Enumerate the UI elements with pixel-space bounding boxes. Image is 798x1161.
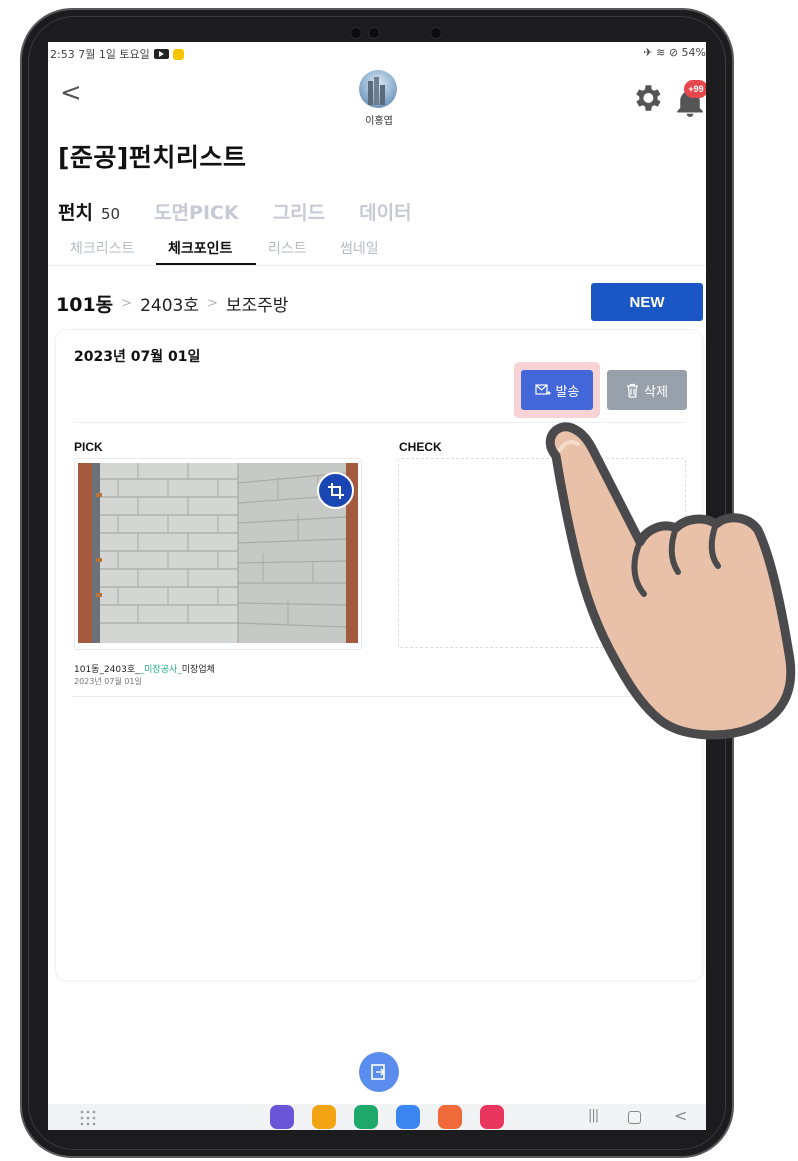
breadcrumb-separator: > — [121, 296, 133, 311]
recents-button[interactable]: ||| — [588, 1108, 599, 1123]
pointing-hand-icon — [545, 422, 796, 740]
back-button[interactable]: < — [60, 80, 82, 106]
delete-label: 삭제 — [644, 383, 668, 399]
status-time-date: 2:53 7월 1일 토요일 — [50, 48, 150, 61]
subtab-list[interactable]: 리스트 — [268, 238, 307, 258]
messages-icon[interactable] — [396, 1105, 420, 1129]
pick-label: PICK — [74, 440, 103, 454]
send-button[interactable]: 발송 — [521, 370, 593, 410]
user-name: 이홍엽 — [365, 116, 393, 127]
top-app-bar: < 이홍엽 +99 — [48, 66, 706, 136]
tab-data[interactable]: 데이터 — [359, 198, 411, 225]
caption-contractor: 미장업체 — [181, 665, 215, 675]
page-title: [준공]펀치리스트 — [58, 143, 247, 172]
sensor-dot — [350, 27, 362, 39]
notification-badge: +99 — [684, 80, 706, 98]
status-right: ✈ ≋ ⊘ 54% — [643, 46, 706, 59]
avatar-building-shape — [368, 81, 373, 105]
breadcrumb-separator: > — [206, 296, 218, 311]
breadcrumb: 101동 > 2403호 > 보조주방 — [56, 290, 288, 317]
mail-send-icon — [534, 383, 551, 395]
app-drawer-icon[interactable] — [80, 1110, 96, 1126]
card-date: 2023년 07월 01일 — [74, 349, 201, 365]
export-icon — [371, 1064, 386, 1080]
pick-photo[interactable] — [78, 463, 358, 643]
caption-work-type: _미장공사_ — [139, 665, 182, 675]
pick-photo-frame[interactable] — [74, 458, 362, 650]
tab-grid[interactable]: 그리드 — [273, 198, 325, 225]
photo-caption: 101동_2403호__미장공사_미장업체 — [74, 662, 215, 675]
phone-icon[interactable] — [354, 1105, 378, 1129]
breadcrumb-unit[interactable]: 2403호 — [140, 291, 199, 316]
home-button[interactable] — [628, 1111, 641, 1124]
my-files-icon[interactable] — [312, 1105, 336, 1129]
tab-drawing-pick[interactable]: 도면PICK — [154, 198, 239, 225]
samsung-internet-icon[interactable] — [270, 1105, 294, 1129]
system-back-button[interactable]: < — [674, 1106, 687, 1125]
camera-bar — [342, 22, 450, 44]
crop-icon[interactable] — [317, 472, 354, 509]
app-notification-icon — [172, 48, 184, 60]
punch-count: 50 — [100, 205, 121, 223]
status-left: 2:53 7월 1일 토요일 — [50, 46, 184, 62]
contacts-icon[interactable] — [438, 1105, 462, 1129]
new-button[interactable]: NEW — [591, 283, 703, 321]
sub-tabs: 체크리스트 체크포인트 리스트 썸네일 — [48, 232, 706, 266]
status-bar: 2:53 7월 1일 토요일 ✈ ≋ ⊘ 54% — [48, 42, 706, 64]
breadcrumb-room[interactable]: 보조주방 — [226, 291, 289, 316]
gear-icon[interactable] — [630, 81, 664, 115]
photo-date: 2023년 07월 01일 — [74, 677, 142, 686]
floating-action-button[interactable] — [359, 1052, 399, 1092]
main-tabs: 펀치 50 도면PICK 그리드 데이터 — [58, 198, 446, 226]
subtab-checkpoint[interactable]: 체크포인트 — [168, 238, 232, 258]
subtab-thumbnail[interactable]: 썸네일 — [340, 238, 379, 258]
send-label: 발송 — [555, 383, 580, 399]
youtube-notification-icon — [153, 49, 169, 59]
avatar-building-shape — [380, 85, 385, 105]
crop-glyph — [327, 482, 344, 499]
brick-wall-photo — [78, 463, 358, 643]
trash-icon — [627, 383, 639, 398]
breadcrumb-building[interactable]: 101동 — [56, 290, 113, 317]
avatar[interactable] — [359, 70, 397, 108]
caption-location: 101동_2403호_ — [74, 665, 140, 675]
system-nav-bar: ||| < — [48, 1104, 706, 1130]
camera-lens — [368, 27, 380, 39]
avatar-building-shape — [374, 77, 379, 105]
check-label: CHECK — [399, 440, 442, 454]
notification-button[interactable]: +99 — [672, 78, 706, 118]
sensor-dot — [430, 27, 442, 39]
tab-punch[interactable]: 펀치 — [58, 198, 93, 225]
subtab-checklist[interactable]: 체크리스트 — [70, 238, 134, 258]
active-subtab-underline — [156, 263, 256, 265]
camera-icon[interactable] — [480, 1105, 504, 1129]
delete-button[interactable]: 삭제 — [607, 370, 687, 410]
